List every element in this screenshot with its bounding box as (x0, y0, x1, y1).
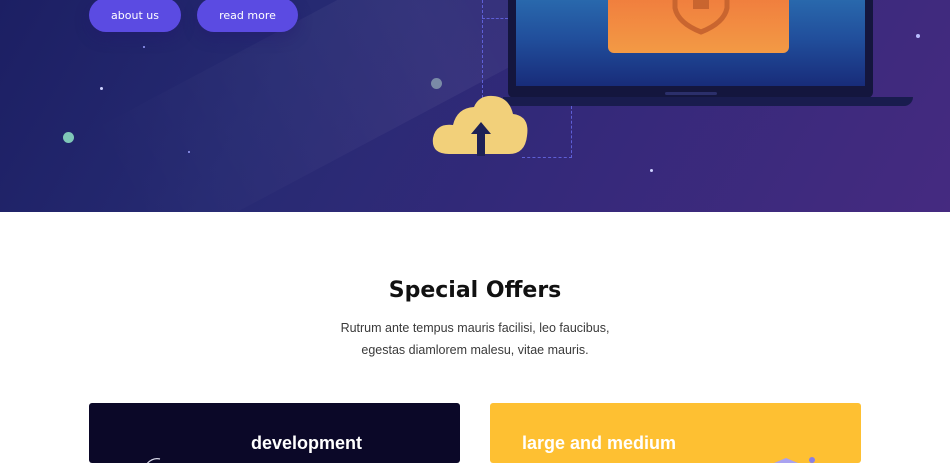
shield-icon (672, 0, 730, 35)
laptop-notch (665, 92, 717, 95)
card-title: large and medium (522, 433, 677, 453)
laptop-base (503, 97, 913, 106)
folder-illustration (608, 0, 789, 53)
card-title: development (251, 433, 363, 453)
about-us-button[interactable]: about us (89, 0, 181, 32)
offer-card-development[interactable]: development (89, 403, 460, 463)
teal-dot (63, 132, 74, 143)
star-dot (143, 46, 145, 48)
cloud-upload-icon (432, 95, 528, 156)
star-dot (650, 169, 653, 172)
section-subtitle-line: Rutrum ante tempus mauris facilisi, leo … (340, 321, 610, 335)
dashed-connector (571, 106, 572, 158)
read-more-button[interactable]: read more (197, 0, 298, 32)
star-dot (100, 87, 103, 90)
card-illustration (774, 457, 815, 463)
dashed-connector (482, 18, 508, 19)
grey-dot (431, 78, 442, 89)
star-dot (188, 151, 190, 153)
card-illustration (146, 458, 161, 463)
offer-card-large-medium[interactable]: large and medium (490, 403, 861, 463)
section-subtitle-line: egestas diamlorem malesu, vitae mauris. (361, 343, 589, 357)
hero-banner: about us read more (0, 0, 950, 212)
section-title: Special Offers (388, 278, 562, 303)
dashed-connector (482, 0, 483, 98)
star-dot (916, 34, 920, 38)
